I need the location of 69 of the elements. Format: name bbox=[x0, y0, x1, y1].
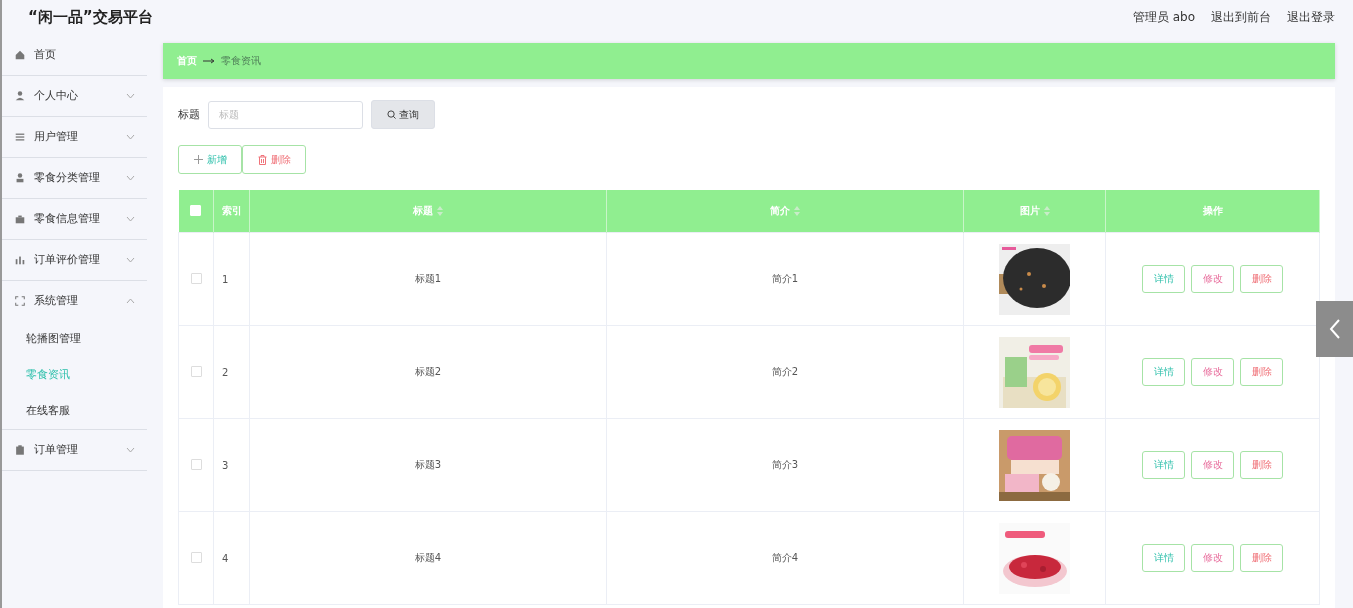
add-button[interactable]: 新增 bbox=[178, 145, 242, 174]
clipboard-icon bbox=[14, 444, 26, 456]
table-cell: 标题2 bbox=[249, 325, 607, 419]
search-field[interactable]: 标题 bbox=[208, 100, 363, 129]
edit-button[interactable]: 修改 bbox=[1191, 358, 1234, 386]
delete-button[interactable]: 删除 bbox=[1240, 451, 1283, 479]
sidebar-item[interactable]: 零食信息管理 bbox=[2, 199, 147, 240]
breadcrumb-item: 零食资讯 bbox=[221, 54, 261, 68]
detail-button[interactable]: 详情 bbox=[1142, 451, 1185, 479]
trash-icon bbox=[257, 154, 267, 165]
header-link[interactable]: 退出到前台 bbox=[1211, 9, 1271, 26]
table-cell: 2 bbox=[213, 325, 250, 419]
bar-chart-icon bbox=[14, 254, 26, 266]
arrow-right-icon bbox=[203, 58, 215, 64]
table-cell: 标题3 bbox=[249, 418, 607, 512]
table-cell: 标题1 bbox=[249, 232, 607, 326]
detail-button[interactable]: 详情 bbox=[1142, 358, 1185, 386]
delete-button[interactable]: 删除 bbox=[1240, 544, 1283, 572]
detail-button[interactable]: 详情 bbox=[1142, 265, 1185, 293]
sidebar-item[interactable]: 个人中心 bbox=[2, 76, 147, 117]
column-header: 操作 bbox=[1105, 190, 1320, 233]
row-checkbox[interactable] bbox=[190, 458, 202, 470]
sidebar-subitem[interactable]: 在线客服 bbox=[2, 393, 147, 429]
column-header: 索引 bbox=[213, 190, 250, 233]
sidebar-item[interactable]: 首页 bbox=[2, 35, 147, 76]
sidebar-item[interactable]: 订单评价管理 bbox=[2, 240, 147, 281]
sort-icon[interactable] bbox=[437, 206, 443, 216]
sidebar-item[interactable]: 用户管理 bbox=[2, 117, 147, 158]
delete-button[interactable]: 删除 bbox=[1240, 265, 1283, 293]
header-link[interactable]: 管理员 abo bbox=[1132, 9, 1195, 26]
table-cell: 简介2 bbox=[606, 325, 964, 419]
sidebar-subitem[interactable]: 零食资讯 bbox=[2, 357, 147, 393]
search-label: 标题 bbox=[178, 107, 200, 122]
edit-button[interactable]: 修改 bbox=[1191, 265, 1234, 293]
sort-icon[interactable] bbox=[1043, 206, 1050, 216]
table-cell: 简介4 bbox=[606, 511, 964, 605]
select-all-checkbox[interactable] bbox=[190, 204, 202, 216]
row-checkbox[interactable] bbox=[190, 272, 202, 284]
user-icon bbox=[14, 90, 26, 102]
sidebar-item[interactable]: 订单管理 bbox=[2, 430, 147, 471]
sidebar-item[interactable]: 零食分类管理 bbox=[2, 158, 147, 199]
header-link[interactable]: 退出登录 bbox=[1287, 9, 1335, 26]
table-cell: 简介3 bbox=[606, 418, 964, 512]
plus-icon bbox=[193, 155, 203, 164]
list-icon bbox=[14, 131, 26, 143]
detail-button[interactable]: 详情 bbox=[1142, 544, 1185, 572]
app-title: “闲一品”交易平台 bbox=[28, 8, 153, 27]
row-checkbox[interactable] bbox=[190, 551, 202, 563]
delete-button[interactable]: 删除 bbox=[242, 145, 306, 174]
frame-icon bbox=[14, 295, 26, 307]
user-icon bbox=[14, 172, 26, 184]
search-button[interactable]: 查询 bbox=[371, 100, 435, 129]
table-cell: 简介1 bbox=[606, 232, 964, 326]
table-cell: 3 bbox=[213, 418, 250, 512]
edit-button[interactable]: 修改 bbox=[1191, 451, 1234, 479]
collapse-tab[interactable] bbox=[1316, 301, 1353, 357]
sort-icon[interactable] bbox=[794, 206, 800, 216]
chevron-left-icon bbox=[1328, 319, 1341, 339]
delete-button[interactable]: 删除 bbox=[1240, 358, 1283, 386]
row-checkbox[interactable] bbox=[190, 365, 202, 377]
sidebar-item[interactable]: 系统管理 bbox=[2, 281, 147, 321]
table-cell: 标题4 bbox=[249, 511, 607, 605]
edit-button[interactable]: 修改 bbox=[1191, 544, 1234, 572]
table-cell: 4 bbox=[213, 511, 250, 605]
search-icon bbox=[387, 110, 396, 119]
briefcase-icon bbox=[14, 213, 26, 225]
sidebar-subitem[interactable]: 轮播图管理 bbox=[2, 321, 147, 357]
home-icon bbox=[14, 49, 26, 61]
table-cell: 1 bbox=[213, 232, 250, 326]
